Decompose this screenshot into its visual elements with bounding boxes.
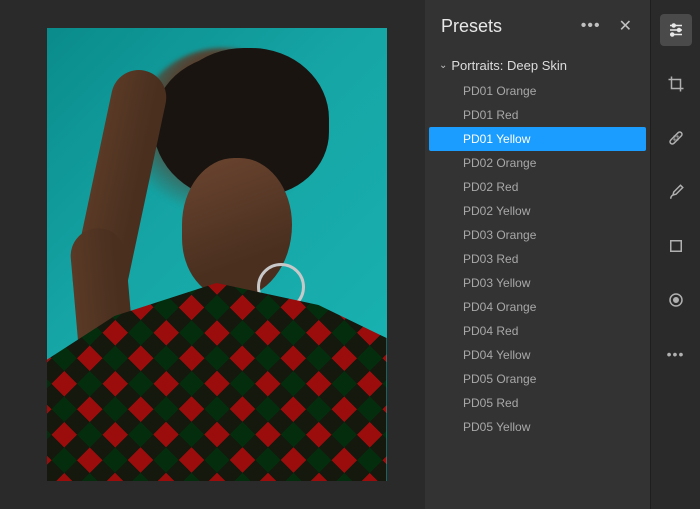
panel-close-button[interactable]: ✕ bbox=[613, 14, 638, 38]
preset-item[interactable]: PD05 Orange bbox=[429, 367, 646, 391]
right-toolbar: ••• bbox=[650, 0, 700, 509]
preset-list: PD01 OrangePD01 RedPD01 YellowPD02 Orang… bbox=[425, 79, 650, 439]
linear-gradient-tool-button[interactable] bbox=[660, 230, 692, 262]
preset-item[interactable]: PD05 Red bbox=[429, 391, 646, 415]
preset-group-name: Portraits: Deep Skin bbox=[451, 58, 567, 73]
preset-item[interactable]: PD04 Orange bbox=[429, 295, 646, 319]
radial-gradient-tool-button[interactable] bbox=[660, 284, 692, 316]
preset-group: ⌄ Portraits: Deep Skin PD01 OrangePD01 R… bbox=[425, 52, 650, 447]
crop-tool-button[interactable] bbox=[660, 68, 692, 100]
rectangle-icon bbox=[667, 237, 685, 255]
presets-panel: Presets ••• ✕ ⌄ Portraits: Deep Skin PD0… bbox=[425, 0, 650, 509]
sliders-icon bbox=[667, 21, 685, 39]
edited-photo bbox=[47, 28, 387, 481]
panel-title: Presets bbox=[441, 16, 577, 37]
preset-item[interactable]: PD03 Orange bbox=[429, 223, 646, 247]
preset-item[interactable]: PD05 Yellow bbox=[429, 415, 646, 439]
radial-icon bbox=[667, 291, 685, 309]
crop-icon bbox=[667, 75, 685, 93]
ellipsis-icon: ••• bbox=[667, 346, 685, 362]
preset-item[interactable]: PD03 Red bbox=[429, 247, 646, 271]
healing-tool-button[interactable] bbox=[660, 122, 692, 154]
preset-item[interactable]: PD04 Red bbox=[429, 319, 646, 343]
preset-item[interactable]: PD02 Orange bbox=[429, 151, 646, 175]
preset-item[interactable]: PD01 Red bbox=[429, 103, 646, 127]
panel-header-actions: ••• ✕ bbox=[577, 14, 638, 38]
panel-header: Presets ••• ✕ bbox=[425, 0, 650, 52]
preset-item[interactable]: PD02 Yellow bbox=[429, 199, 646, 223]
preset-item[interactable]: PD01 Yellow bbox=[429, 127, 646, 151]
preset-item[interactable]: PD04 Yellow bbox=[429, 343, 646, 367]
preset-item[interactable]: PD02 Red bbox=[429, 175, 646, 199]
brush-tool-button[interactable] bbox=[660, 176, 692, 208]
workspace: Presets ••• ✕ ⌄ Portraits: Deep Skin PD0… bbox=[0, 0, 700, 509]
panel-more-button[interactable]: ••• bbox=[577, 15, 605, 37]
edit-tool-button[interactable] bbox=[660, 14, 692, 46]
preset-item[interactable]: PD01 Orange bbox=[429, 79, 646, 103]
brush-icon bbox=[667, 183, 685, 201]
bandage-icon bbox=[667, 129, 685, 147]
preset-group-header[interactable]: ⌄ Portraits: Deep Skin bbox=[425, 52, 650, 79]
more-tools-button[interactable]: ••• bbox=[660, 338, 692, 370]
chevron-down-icon: ⌄ bbox=[439, 60, 447, 71]
image-viewport[interactable] bbox=[0, 0, 425, 509]
preset-item[interactable]: PD03 Yellow bbox=[429, 271, 646, 295]
